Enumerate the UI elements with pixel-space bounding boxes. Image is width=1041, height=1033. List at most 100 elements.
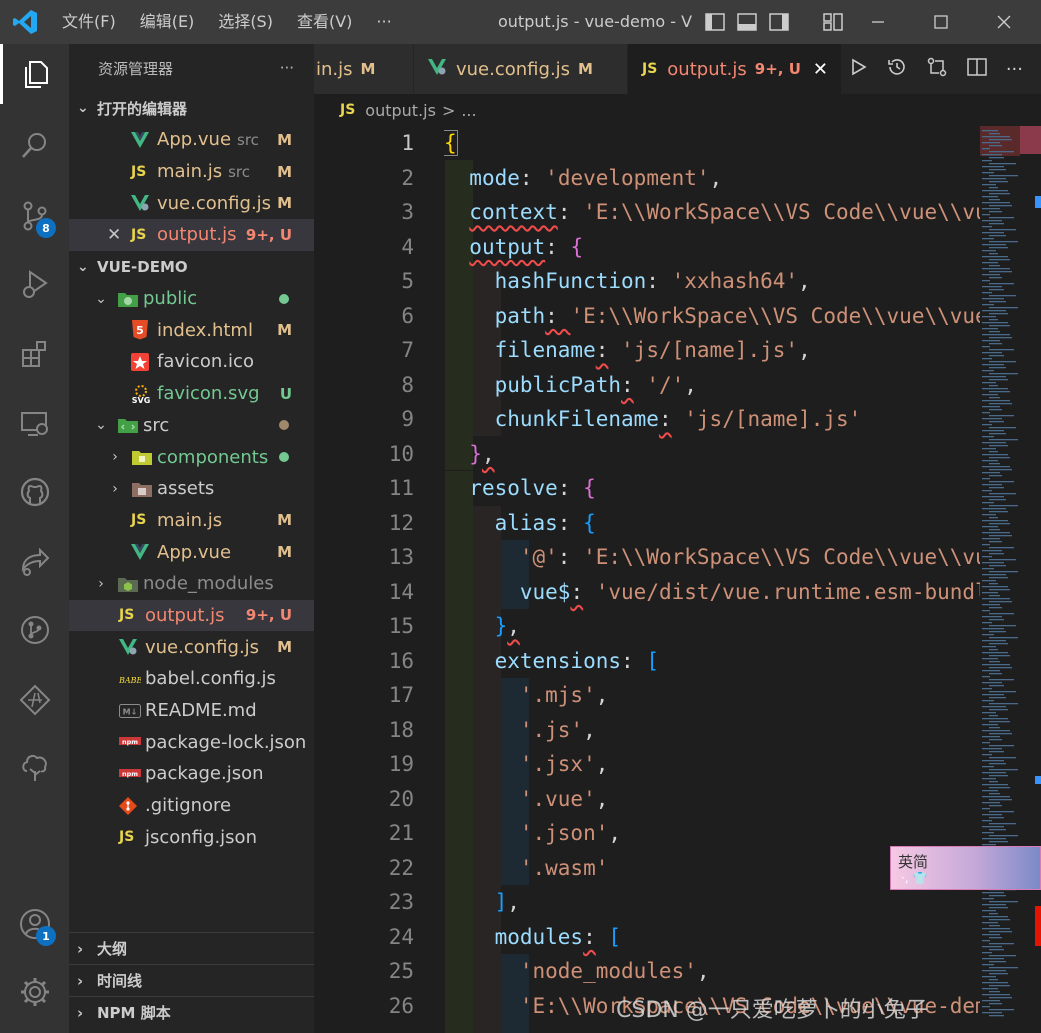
line-number: 20 [388,786,414,811]
tree-file[interactable]: SVG favicon.svg U [69,378,314,410]
source-control-icon[interactable]: 8 [0,186,69,246]
tree-icon[interactable] [0,738,69,798]
line-number: 21 [388,821,414,845]
extensions-icon[interactable] [0,324,69,384]
maximize-button[interactable] [911,0,971,44]
tree-folder-src[interactable]: ⌄ src [69,410,314,442]
tree-file[interactable]: App.vue M [69,536,314,568]
tree-file[interactable]: npm package.json [69,758,314,790]
menu-edit[interactable]: 编辑(E) [128,0,207,44]
tree-file[interactable]: .gitignore [69,790,314,822]
chevron-right-icon: › [77,939,84,958]
code-editor[interactable]: 1 2 3 4 5 6 7 8 9 10 11 12 13 14 15 16 17 18 19 20 21 22 23 24 2… [314,126,1041,1033]
vue-icon [131,544,157,561]
live-share-icon[interactable] [0,532,69,592]
explorer-icon[interactable] [0,44,69,104]
account-icon[interactable]: 1 [0,894,69,954]
ime-mode-label: 英简 [898,853,929,871]
svg-text:npm: npm [122,770,138,778]
close-icon[interactable]: ✕ [107,225,131,245]
open-editor-item[interactable]: JS main.js src M [69,156,314,188]
line-number: 22 [388,855,414,880]
breadcrumb-file[interactable]: output.js [365,101,436,120]
menu-file[interactable]: 文件(F) [50,0,128,44]
chevron-right-icon: › [98,575,104,592]
vue-config-icon [119,639,145,656]
tab-main-js[interactable]: in.js M [314,44,414,94]
line-number: 7 [401,338,414,362]
open-editor-item-active[interactable]: ✕ JS output.js 9+, U [69,219,314,251]
tree-folder-public[interactable]: ⌄ public [69,283,314,315]
line-number: 24 [388,924,414,949]
timeline-section[interactable]: › 时间线 [69,964,314,996]
menu-view[interactable]: 查看(V) [285,0,364,44]
tab-vue-config[interactable]: vue.config.js M [414,44,628,94]
line-number: 4 [401,234,414,259]
remote-explorer-icon[interactable] [0,394,69,454]
minimize-button[interactable] [848,0,908,44]
line-number: 18 [388,717,414,742]
tree-file-active[interactable]: JS output.js 9+, U [69,599,314,632]
toggle-panel-icon[interactable] [736,11,758,37]
npm-scripts-section[interactable]: › NPM 脚本 [69,996,314,1028]
explorer-more-button[interactable]: ··· [280,59,294,77]
tree-file[interactable]: favicon.ico [69,346,314,378]
more-actions-icon[interactable]: ··· [1006,59,1023,80]
line-number: 13 [388,545,414,569]
customize-layout-icon[interactable] [822,11,844,37]
tree-file[interactable]: 5 index.html M [69,314,314,346]
compare-changes-icon[interactable] [926,56,948,82]
npm-icon: npm [119,737,145,747]
minimap[interactable] [980,126,1041,1033]
menu-selection[interactable]: 选择(S) [206,0,285,44]
split-editor-icon[interactable] [966,56,988,82]
run-icon[interactable] [848,57,868,81]
open-editors-section[interactable]: ⌄ 打开的编辑器 [69,92,314,124]
line-number: 17 [388,683,414,707]
tree-file[interactable]: M↓ README.md [69,695,314,727]
tab-output-js[interactable]: JS output.js 9+, U ✕ [628,44,842,94]
ime-status-widget[interactable]: 英简 ·, 👕 [890,846,1041,890]
account-badge: 1 [36,926,56,946]
chevron-down-icon: ⌄ [77,258,89,275]
run-debug-icon[interactable] [0,254,69,314]
menu-bar: 文件(F) 编辑(E) 选择(S) 查看(V) ··· [50,0,404,44]
open-editor-item[interactable]: vue.config.js M [69,187,314,219]
svg-text:BABEL: BABEL [119,676,141,685]
git-graph-icon[interactable] [0,600,69,660]
tree-file[interactable]: JS jsconfig.json [69,821,314,853]
github-icon[interactable] [0,462,69,522]
line-number: 25 [388,959,414,983]
tree-file[interactable]: JS main.js M [69,505,314,537]
tree-file[interactable]: BABEL babel.config.js [69,663,314,695]
line-number: 19 [388,752,414,776]
line-number: 10 [388,441,414,466]
tree-file[interactable]: vue.config.js M [69,631,314,663]
close-window-button[interactable] [974,0,1034,44]
history-icon[interactable] [886,56,908,82]
toggle-primary-sidebar-icon[interactable] [704,11,726,37]
outline-section[interactable]: › 大纲 [69,932,314,964]
jsconfig-icon: JS [119,829,135,846]
line-number: 9 [401,407,414,431]
tree-folder-node-modules[interactable]: › node_modules [69,568,314,600]
favicon-icon [131,352,157,371]
line-number-gutter: 1 2 3 4 5 6 7 8 9 10 11 12 13 14 15 16 17 18 19 20 21 22 23 24 2… [314,126,414,1023]
open-editor-item[interactable]: App.vue src M [69,124,314,156]
close-icon[interactable]: ✕ [813,59,828,80]
menu-more[interactable]: ··· [364,0,403,44]
tree-folder-assets[interactable]: › assets [69,473,314,505]
breadcrumb-symbols[interactable]: ... [461,101,476,120]
manage-gear-icon[interactable] [0,962,69,1022]
toggle-secondary-sidebar-icon[interactable] [768,11,790,37]
tree-folder-components[interactable]: › components [69,441,314,473]
search-icon[interactable] [0,116,69,176]
svg-text:SVG: SVG [132,396,151,404]
window-title: output.js - vue-demo - V [498,12,693,31]
project-section[interactable]: ⌄ VUE-DEMO [69,251,314,283]
netlify-icon[interactable] [0,670,69,730]
js-icon: JS [642,61,658,77]
tree-file[interactable]: npm package-lock.json [69,726,314,758]
svg-text:M↓: M↓ [123,707,138,716]
js-icon: JS [131,512,147,529]
